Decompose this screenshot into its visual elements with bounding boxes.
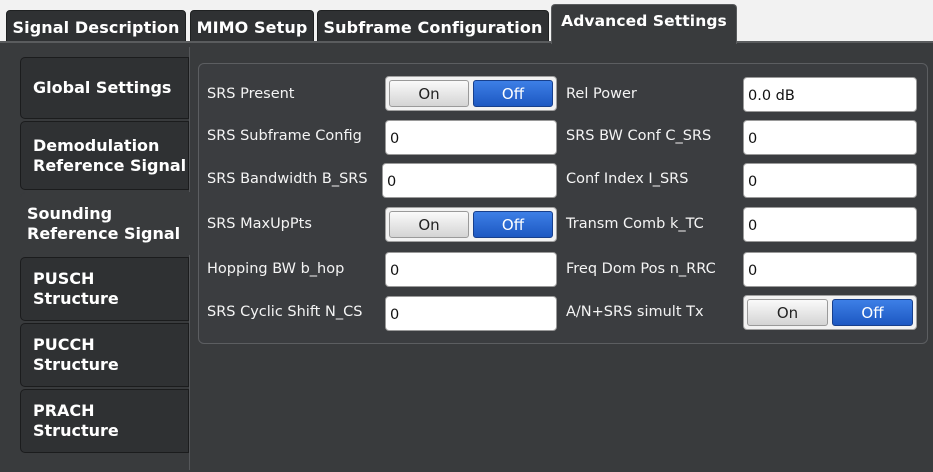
srs-present-toggle: On Off xyxy=(385,76,557,111)
sidebar-item-label: PUSCH Structure xyxy=(33,269,119,308)
freq-dom-pos-field[interactable]: 0 xyxy=(743,252,917,287)
sidebar-item-demodulation-reference-signal[interactable]: Demodulation Reference Signal xyxy=(20,121,189,190)
freq-dom-pos-label: Freq Dom Pos n_RRC xyxy=(566,261,716,277)
sidebar-item-label: PUCCH Structure xyxy=(33,335,119,374)
sidebar-item-label: Sounding Reference Signal xyxy=(27,203,181,243)
sidebar-item-global-settings[interactable]: Global Settings xyxy=(20,57,189,119)
srs-maxuppts-on-button[interactable]: On xyxy=(389,211,469,238)
an-srs-simult-off-button[interactable]: Off xyxy=(832,299,913,326)
tab-mimo-setup[interactable]: MIMO Setup xyxy=(190,10,314,44)
an-srs-simult-label: A/N+SRS simult Tx xyxy=(566,304,704,320)
tab-advanced-settings[interactable]: Advanced Settings xyxy=(551,4,737,44)
srs-cyclic-shift-field[interactable]: 0 xyxy=(385,296,557,331)
hopping-bw-field[interactable]: 0 xyxy=(385,252,557,287)
sidebar-item-label: Global Settings xyxy=(33,78,172,97)
srs-bw-conf-field[interactable]: 0 xyxy=(743,120,917,155)
conf-index-field[interactable]: 0 xyxy=(743,163,917,198)
srs-present-label: SRS Present xyxy=(207,86,295,102)
tab-bar: Signal Description MIMO Setup Subframe C… xyxy=(0,0,933,44)
srs-bandwidth-field[interactable]: 0 xyxy=(382,163,557,198)
an-srs-simult-toggle: On Off xyxy=(743,295,917,330)
sidebar-item-sounding-reference-signal[interactable]: Sounding Reference Signal xyxy=(20,192,195,255)
sidebar-item-pusch-structure[interactable]: PUSCH Structure xyxy=(20,257,189,321)
srs-present-on-button[interactable]: On xyxy=(389,80,469,107)
sidebar-item-label: PRACH Structure xyxy=(33,401,119,440)
srs-bw-conf-label: SRS BW Conf C_SRS xyxy=(566,128,712,144)
tab-signal-description[interactable]: Signal Description xyxy=(6,10,186,44)
transm-comb-label: Transm Comb k_TC xyxy=(566,216,704,232)
conf-index-label: Conf Index I_SRS xyxy=(566,171,689,187)
sidebar-item-label: Demodulation Reference Signal xyxy=(33,135,187,175)
srs-subframe-config-field[interactable]: 0 xyxy=(385,120,557,155)
srs-bandwidth-label: SRS Bandwidth B_SRS xyxy=(207,171,368,187)
srs-maxuppts-label: SRS MaxUpPts xyxy=(207,216,312,232)
transm-comb-field[interactable]: 0 xyxy=(743,207,917,242)
sidebar-item-pucch-structure[interactable]: PUCCH Structure xyxy=(20,323,189,387)
rel-power-field[interactable]: 0.0 dB xyxy=(743,77,917,112)
srs-maxuppts-off-button[interactable]: Off xyxy=(473,211,553,238)
srs-subframe-config-label: SRS Subframe Config xyxy=(207,128,362,144)
rel-power-label: Rel Power xyxy=(566,86,637,102)
srs-present-off-button[interactable]: Off xyxy=(473,80,553,107)
srs-maxuppts-toggle: On Off xyxy=(385,207,557,242)
hopping-bw-label: Hopping BW b_hop xyxy=(207,261,345,277)
an-srs-simult-on-button[interactable]: On xyxy=(747,299,828,326)
tab-subframe-configuration[interactable]: Subframe Configuration xyxy=(317,10,549,44)
sidebar-item-prach-structure[interactable]: PRACH Structure xyxy=(20,389,189,453)
srs-cyclic-shift-label: SRS Cyclic Shift N_CS xyxy=(207,304,363,320)
